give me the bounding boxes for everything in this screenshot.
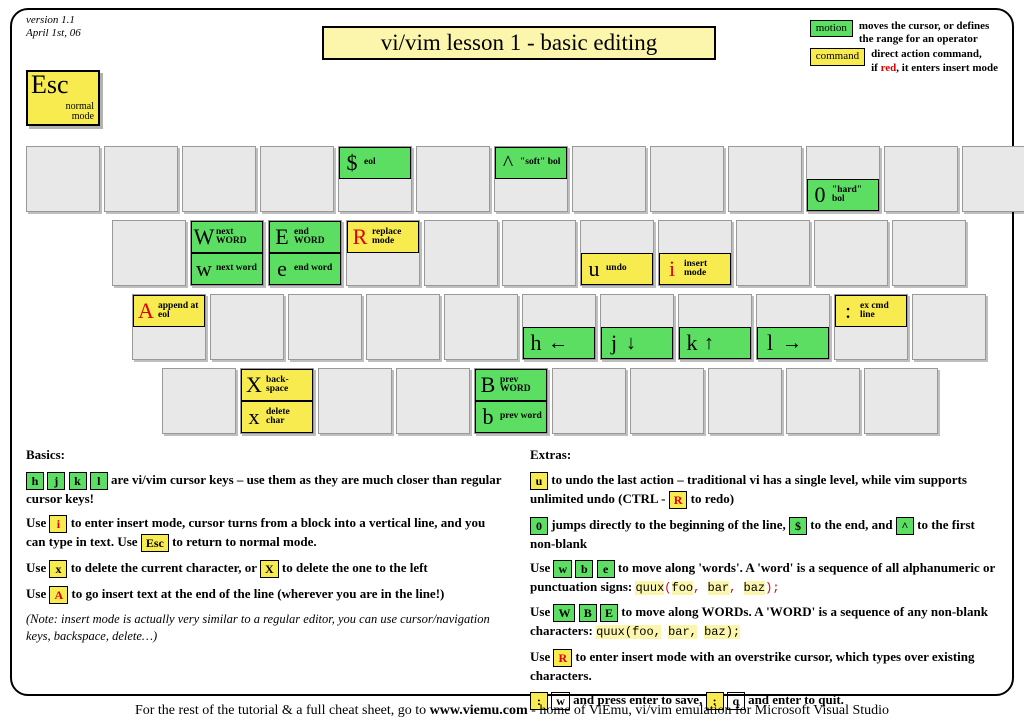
legend: motion moves the cursor, or definesthe r… (810, 20, 998, 77)
legend-command: command (810, 48, 865, 65)
page-title: vi/vim lesson 1 - basic editing (322, 26, 716, 60)
key-e: Eend WORD eend word (268, 220, 342, 286)
key-dollar: $eol (338, 146, 412, 212)
key-j: j↓ (600, 294, 674, 360)
legend-motion: motion (810, 20, 853, 37)
key-a: Aappend at eol (132, 294, 206, 360)
key-caret: ^"soft" bol (494, 146, 568, 212)
key-b: Bprev WORD bprev word (474, 368, 548, 434)
footer: For the rest of the tutorial & a full ch… (0, 703, 1024, 719)
row-top: Wnext WORD wnext word Eend WORD eend wor… (112, 220, 998, 286)
key-l: l→ (756, 294, 830, 360)
version-info: version 1.1April 1st, 06 (26, 14, 81, 40)
key-x: Xback-space xdelete char (240, 368, 314, 434)
key-r: Rreplace mode (346, 220, 420, 286)
key-h: h← (522, 294, 596, 360)
row-bottom: Xback-space xdelete char Bprev WORD bpre… (162, 368, 998, 434)
row-home: Aappend at eol h← j↓ k↑ l→ :ex cmd line (132, 294, 998, 360)
row-number: $eol ^"soft" bol 0"hard" bol (26, 146, 998, 212)
extras-section: Extras: u to undo the last action – trad… (530, 446, 1000, 717)
key-w: Wnext WORD wnext word (190, 220, 264, 286)
key-esc: Esc normalmode (26, 70, 100, 126)
basics-section: Basics: h j k l are vi/vim cursor keys –… (26, 446, 506, 652)
key-colon: :ex cmd line (834, 294, 908, 360)
key-u: uundo (580, 220, 654, 286)
key-zero: 0"hard" bol (806, 146, 880, 212)
key-i: iinsert mode (658, 220, 732, 286)
key-k: k↑ (678, 294, 752, 360)
